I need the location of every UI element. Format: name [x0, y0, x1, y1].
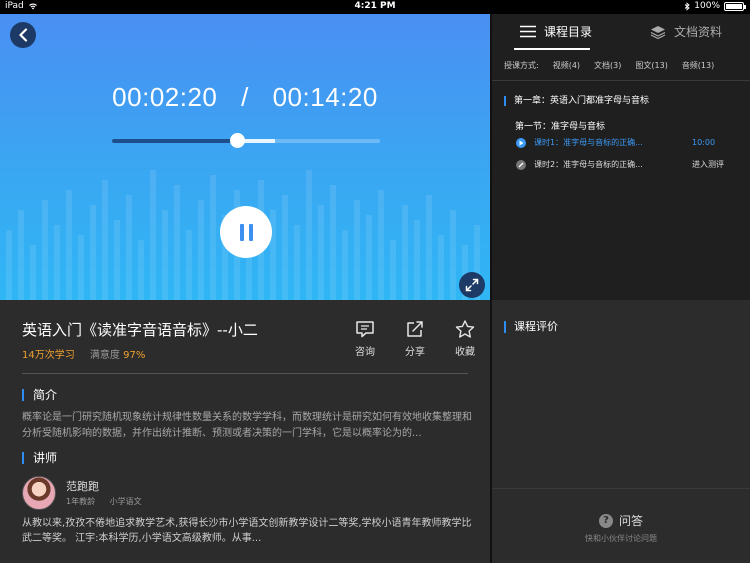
course-title: 英语入门《读准字音语音标》--小二: [22, 321, 258, 339]
play-icon: [516, 137, 526, 148]
playback-time: 00:02:20 / 00:14:20: [0, 82, 490, 113]
enter-test-link[interactable]: 进入测评: [692, 159, 724, 170]
favorite-button[interactable]: 收藏: [440, 320, 490, 358]
current-time: 00:02:20: [112, 82, 218, 112]
battery-percent: 100%: [694, 1, 720, 11]
chat-icon: [356, 321, 374, 338]
seek-bar-handle[interactable]: [230, 133, 246, 148]
review-heading: 课程评价: [504, 321, 558, 333]
qa-button[interactable]: ? 问答 快和小伙伴讨论问题: [492, 508, 750, 544]
lesson-filter: 授课方式: 视频(4) 文档(3) 图文(13) 音频(13): [504, 60, 714, 71]
share-label: 分享: [405, 347, 425, 358]
sidebar-tabs: 课程目录 文档资料: [492, 14, 750, 52]
time-separator: /: [241, 82, 249, 112]
seek-bar[interactable]: [112, 133, 380, 148]
media-player[interactable]: 00:02:20 / 00:14:20: [0, 14, 490, 300]
qa-title: 问答: [618, 514, 643, 528]
back-button[interactable]: [10, 22, 36, 48]
review-panel: 课程评价 ? 问答 快和小伙伴讨论问题: [492, 300, 750, 563]
lesson-duration: 10:00: [692, 138, 716, 147]
pause-icon: [248, 223, 253, 241]
share-button[interactable]: 分享: [390, 320, 440, 358]
intro-text: 概率论是一门研究随机现象统计规律性数量关系的数学学科，而数理统计是研究如何有效地…: [22, 412, 472, 439]
pause-icon: [239, 223, 244, 241]
section-title[interactable]: 第一节：准字母与音标: [515, 119, 605, 132]
teacher-grade: 1年教龄: [66, 497, 96, 506]
filter-label: 授课方式:: [504, 61, 539, 70]
review-separator: [492, 488, 750, 489]
fullscreen-button[interactable]: [459, 272, 485, 298]
pencil-icon: [516, 159, 526, 170]
lesson-item[interactable]: 课时2：准字母与音标的正确... 进入测评: [516, 159, 724, 170]
filter-audio[interactable]: 音频(13): [682, 60, 714, 71]
status-time: 4:21 PM: [354, 1, 396, 11]
tab-catalog[interactable]: 课程目录: [520, 23, 592, 40]
course-info: 英语入门《读准字音语音标》--小二 14万次学习 满意度 97% 咨询 分享 收…: [0, 300, 490, 563]
chapter-title[interactable]: 第一章：英语入门都准字母与音标: [504, 96, 649, 106]
active-tab-indicator: [514, 48, 590, 50]
total-time: 00:14:20: [272, 82, 378, 112]
star-icon: [455, 320, 475, 338]
teacher-bio: 从教以来,孜孜不倦地追求教学艺术,获得长沙市小学语文创新教学设计二等奖,学校小语…: [22, 518, 472, 544]
intro-heading: 简介: [22, 389, 57, 401]
teacher-subject: 小学语文: [109, 497, 142, 506]
teacher-avatar[interactable]: [22, 476, 56, 510]
lesson-label: 课时1：准字母与音标的正确...: [534, 138, 643, 147]
bluetooth-icon: [684, 1, 690, 11]
filter-doc[interactable]: 文档(3): [594, 60, 621, 71]
battery-icon: [724, 1, 746, 11]
tab-docs-label: 文档资料: [674, 25, 723, 39]
filter-image-text[interactable]: 图文(13): [635, 60, 667, 71]
question-icon: ?: [598, 513, 613, 528]
info-divider: [22, 373, 468, 374]
filter-video[interactable]: 视频(4): [553, 60, 580, 71]
share-icon: [407, 321, 423, 337]
teacher-name: 范跑跑: [66, 480, 99, 493]
expand-icon: [465, 278, 479, 292]
course-actions: 咨询 分享 收藏: [340, 320, 490, 358]
layers-icon: [650, 25, 666, 39]
satisfaction-value: 97%: [123, 350, 146, 361]
consult-label: 咨询: [355, 347, 375, 358]
catalog-separator: [492, 80, 750, 81]
status-bar: iPad 4:21 PM 100%: [0, 0, 750, 14]
lesson-label: 课时2：准字母与音标的正确...: [534, 160, 643, 169]
tab-docs[interactable]: 文档资料: [650, 23, 722, 40]
tab-catalog-label: 课程目录: [544, 25, 593, 39]
course-meta: 14万次学习 满意度 97%: [22, 346, 145, 361]
teacher-heading: 讲师: [22, 452, 57, 464]
qa-subtitle: 快和小伙伴讨论问题: [585, 534, 657, 543]
seek-bar-played: [112, 139, 238, 143]
catalog-panel: 课程目录 文档资料 授课方式: 视频(4) 文档(3) 图文(13) 音频(13…: [492, 14, 750, 300]
consult-button[interactable]: 咨询: [340, 320, 390, 358]
list-icon: [520, 25, 536, 38]
chevron-left-icon: [19, 28, 28, 42]
satisfaction-label: 满意度: [89, 350, 120, 361]
lesson-item[interactable]: 课时1：准字母与音标的正确... 10:00: [516, 137, 715, 148]
learner-count: 14万次学习: [22, 350, 75, 361]
favorite-label: 收藏: [455, 347, 475, 358]
pause-button[interactable]: [220, 206, 272, 258]
teacher-tags: 1年教龄 小学语文: [66, 496, 142, 507]
